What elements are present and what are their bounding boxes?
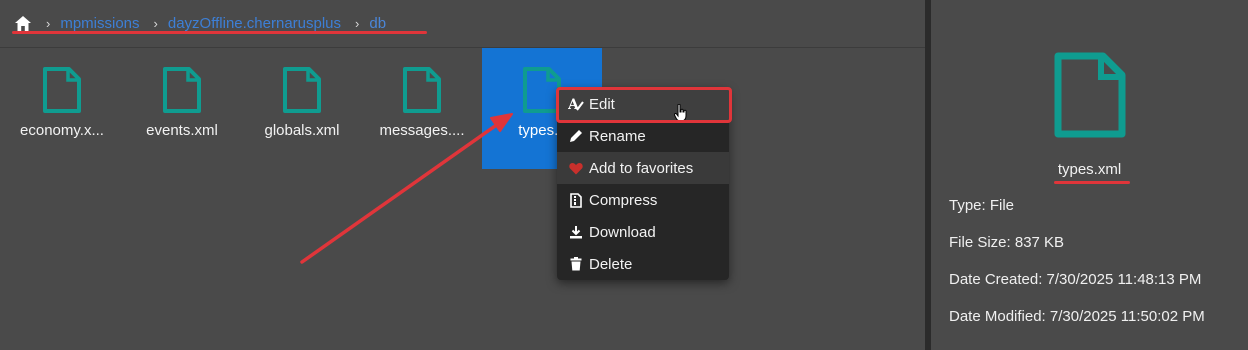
details-created: Date Created: 7/30/2025 11:48:13 PM: [949, 271, 1202, 288]
menu-item-compress[interactable]: Compress: [557, 184, 729, 216]
breadcrumb-item-db[interactable]: db: [369, 15, 386, 32]
file-name: events.xml: [146, 122, 218, 139]
breadcrumb-separator: ›: [355, 15, 360, 31]
file-item[interactable]: globals.xml: [242, 48, 362, 169]
menu-item-label: Delete: [589, 255, 633, 273]
file-name: economy.x...: [20, 122, 104, 139]
details-panel: types.xml Type: File File Size: 837 KB D…: [931, 0, 1248, 350]
breadcrumb-separator: ›: [153, 15, 158, 31]
menu-item-download[interactable]: Download: [557, 216, 729, 248]
menu-item-edit[interactable]: A Edit: [557, 88, 729, 122]
menu-item-label: Edit: [589, 95, 615, 113]
trash-icon: [568, 256, 584, 272]
file-icon: [403, 67, 441, 113]
breadcrumb-separator: ›: [46, 15, 51, 31]
pencil-icon: [568, 128, 584, 144]
breadcrumb-item-dayzoffline[interactable]: dayzOffline.chernarusplus: [168, 15, 341, 32]
context-menu: A Edit Rename Add to favorites Compress …: [557, 88, 729, 280]
file-item[interactable]: events.xml: [122, 48, 242, 169]
home-icon[interactable]: [14, 14, 32, 32]
file-icon: [283, 67, 321, 113]
details-size: File Size: 837 KB: [949, 234, 1065, 251]
file-icon: [1054, 52, 1126, 138]
menu-item-add-to-favorites[interactable]: Add to favorites: [557, 152, 729, 184]
file-item[interactable]: messages....: [362, 48, 482, 169]
menu-item-label: Compress: [589, 191, 658, 209]
details-file-name: types.xml: [1057, 161, 1122, 178]
file-icon: [43, 67, 81, 113]
menu-item-label: Download: [589, 223, 656, 241]
heart-icon: [568, 160, 584, 176]
file-name: globals.xml: [264, 122, 340, 139]
file-icon: [523, 67, 561, 113]
file-name: messages....: [379, 122, 465, 139]
details-type: Type: File: [949, 197, 1015, 214]
menu-item-label: Rename: [589, 127, 646, 145]
file-grid: economy.x... events.xml globals.xml mess…: [0, 48, 925, 350]
menu-item-delete[interactable]: Delete: [557, 248, 729, 280]
file-icon: [163, 67, 201, 113]
edit-text-icon: A: [568, 96, 584, 112]
details-name-annotation-underline: [1054, 181, 1130, 184]
file-item[interactable]: economy.x...: [2, 48, 122, 169]
archive-icon: [568, 192, 584, 208]
details-modified: Date Modified: 7/30/2025 11:50:02 PM: [949, 308, 1205, 325]
breadcrumb-annotation-underline: [12, 31, 427, 34]
menu-item-rename[interactable]: Rename: [557, 120, 729, 152]
download-icon: [568, 224, 584, 240]
menu-item-label: Add to favorites: [589, 159, 694, 177]
breadcrumb-item-mpmissions[interactable]: mpmissions: [60, 15, 139, 32]
